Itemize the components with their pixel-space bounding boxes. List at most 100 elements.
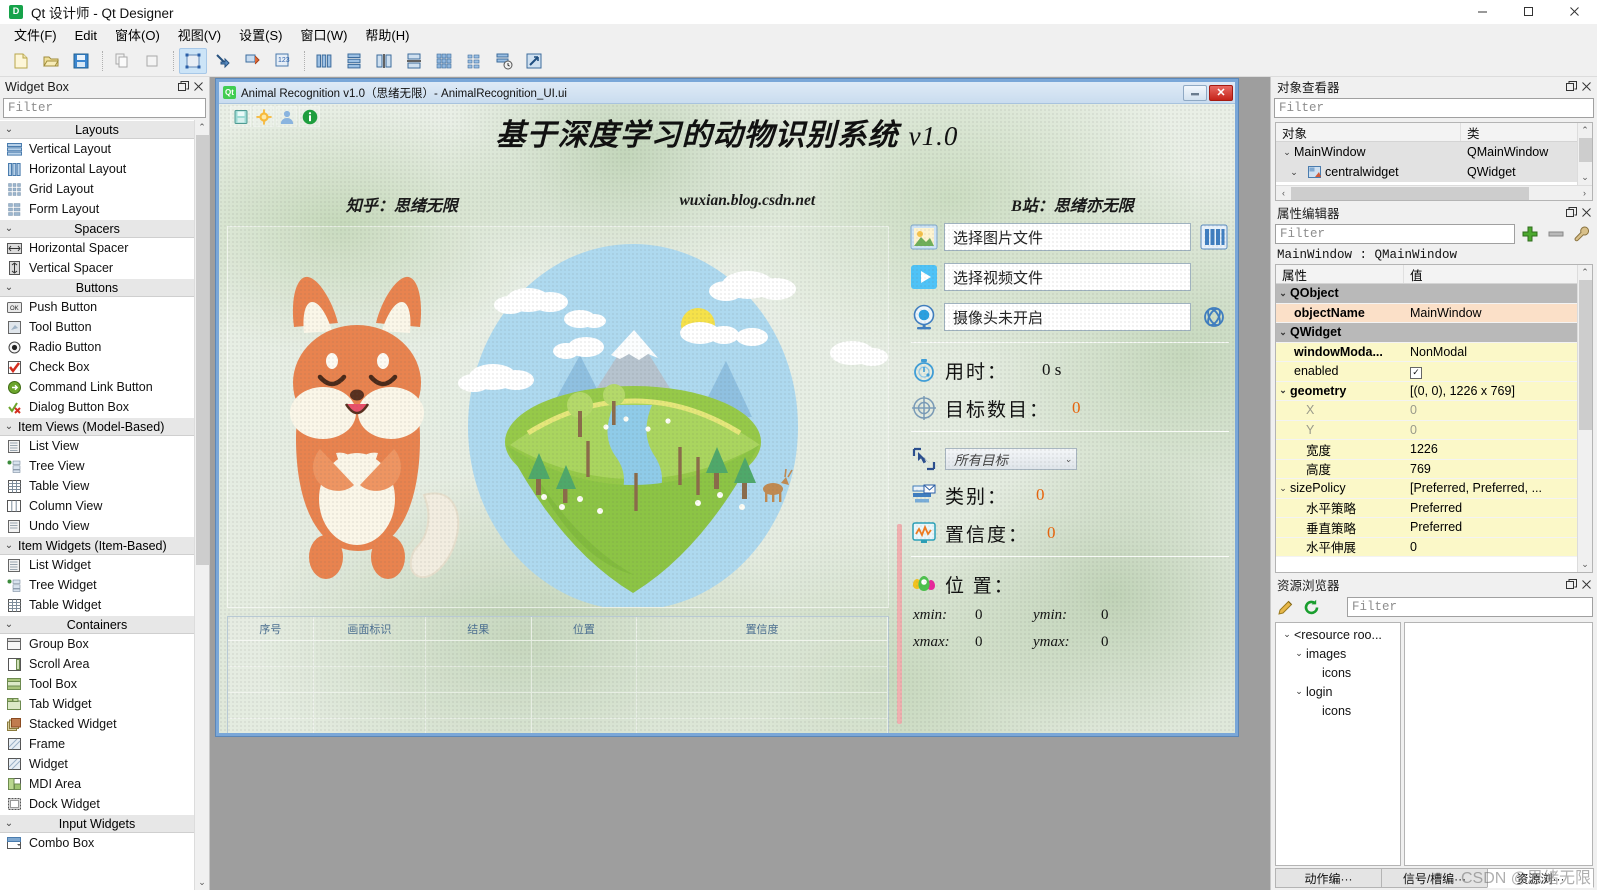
object-row-mainwindow[interactable]: ⌄ MainWindow QMainWindow <box>1276 142 1577 162</box>
widget-item-column-view[interactable]: Column View <box>0 496 194 516</box>
widget-item-mdi-area[interactable]: MDI Area <box>0 774 194 794</box>
resource-node-images-icons[interactable]: icons <box>1276 663 1400 682</box>
widget-item-tree-view[interactable]: Tree View <box>0 456 194 476</box>
user-icon[interactable] <box>276 106 297 127</box>
video-play-icon[interactable] <box>909 262 939 292</box>
widget-item-table-widget[interactable]: Table Widget <box>0 595 194 615</box>
undock-icon[interactable] <box>1564 577 1579 592</box>
widget-item-vertical-layout[interactable]: Vertical Layout <box>0 139 194 159</box>
resource-browser-filter-input[interactable] <box>1352 600 1588 614</box>
widget-item-tab-widget[interactable]: Tab Widget <box>0 694 194 714</box>
close-button[interactable] <box>1551 0 1597 24</box>
widget-group-input-widgets[interactable]: ⌄ Input Widgets <box>0 814 194 833</box>
info-icon[interactable] <box>299 106 320 127</box>
property-row-vpolicy[interactable]: 垂直策略 Preferred <box>1276 518 1577 538</box>
property-row-hpolicy[interactable]: 水平策略 Preferred <box>1276 498 1577 518</box>
widget-item-scroll-area[interactable]: Scroll Area <box>0 654 194 674</box>
property-group-qobject[interactable]: ⌄ QObject <box>1276 284 1577 304</box>
undock-icon[interactable] <box>1564 79 1579 94</box>
resource-browser-filter[interactable] <box>1347 597 1593 617</box>
column-header-property[interactable]: 属性 <box>1276 265 1404 283</box>
results-table[interactable]: 序号 画面标识 结果 位置 置信度 <box>227 616 889 733</box>
layout-splitter-h-icon[interactable] <box>370 48 398 74</box>
scroll-down-arrow-icon[interactable]: ⌄ <box>1578 170 1592 185</box>
close-icon[interactable] <box>1579 205 1594 220</box>
object-row-centralwidget[interactable]: ⌄ centralwidget QWidget <box>1276 162 1577 182</box>
property-editor-table[interactable]: 属性 值 ⌄ QObject objectName MainWindow ⌄ Q… <box>1275 264 1593 573</box>
chevron-down-icon[interactable]: ⌄ <box>1280 147 1294 158</box>
form-close-button[interactable]: ✕ <box>1209 84 1233 101</box>
column-header-object[interactable]: 对象 <box>1276 123 1461 141</box>
property-editor-filter[interactable] <box>1275 224 1515 244</box>
scroll-up-arrow-icon[interactable]: ⌃ <box>1578 123 1592 138</box>
edit-buddies-icon[interactable] <box>239 48 267 74</box>
property-row-geometry[interactable]: ⌄ geometry [(0, 0), 1226 x 769] <box>1276 381 1577 401</box>
property-row-geometry-y[interactable]: Y 0 <box>1276 420 1577 440</box>
property-row-sizepolicy[interactable]: ⌄ sizePolicy [Preferred, Preferred, ... <box>1276 479 1577 499</box>
widget-item-horizontal-layout[interactable]: Horizontal Layout <box>0 159 194 179</box>
property-row-enabled[interactable]: enabled ✓ <box>1276 362 1577 382</box>
property-row-objectname[interactable]: objectName MainWindow <box>1276 303 1577 323</box>
scroll-up-arrow-icon[interactable]: ⌃ <box>194 120 209 135</box>
undock-icon[interactable] <box>1564 205 1579 220</box>
object-inspector-filter[interactable] <box>1274 98 1594 118</box>
property-value[interactable]: 769 <box>1404 462 1577 476</box>
save-icon[interactable] <box>67 48 95 74</box>
scrollbar-thumb[interactable] <box>195 135 209 565</box>
column-header-value[interactable]: 值 <box>1404 265 1577 283</box>
tab-resource-browser[interactable]: 资源浏··· <box>1487 868 1594 888</box>
widget-item-form-layout[interactable]: Form Layout <box>0 199 194 219</box>
wrench-icon[interactable] <box>1571 224 1593 244</box>
property-editor-filter-input[interactable] <box>1280 227 1510 241</box>
property-value[interactable]: [(0, 0), 1226 x 769] <box>1404 384 1577 398</box>
adjust-size-icon[interactable] <box>520 48 548 74</box>
chevron-down-icon[interactable]: ⌄ <box>1276 327 1290 338</box>
target-select-combo[interactable]: 所有目标 ⌄ <box>945 448 1077 470</box>
network-icon[interactable] <box>1197 302 1231 332</box>
settings-icon[interactable] <box>253 106 274 127</box>
column-header-class[interactable]: 类 <box>1461 123 1577 141</box>
scrollbar-track[interactable] <box>194 135 209 875</box>
resource-tree[interactable]: ⌄ <resource roo... ⌄ images icons ⌄ logi… <box>1275 622 1401 866</box>
chevron-down-icon[interactable]: ⌄ <box>1280 629 1294 640</box>
menu-settings[interactable]: 设置(S) <box>230 25 291 46</box>
widget-group-item-widgets[interactable]: ⌄ Item Widgets (Item-Based) <box>0 536 194 555</box>
scroll-up-arrow-icon[interactable]: ⌃ <box>1578 265 1592 280</box>
layout-splitter-v-icon[interactable] <box>400 48 428 74</box>
property-value[interactable]: [Preferred, Preferred, ... <box>1404 481 1577 495</box>
enabled-checkbox[interactable]: ✓ <box>1410 366 1422 379</box>
property-editor-vscrollbar[interactable]: ⌃ ⌄ <box>1577 265 1592 572</box>
widget-item-tree-widget[interactable]: Tree Widget <box>0 575 194 595</box>
table-row[interactable] <box>228 719 888 733</box>
reload-icon[interactable] <box>1301 597 1321 617</box>
image-file-icon[interactable] <box>909 222 939 252</box>
camera-status-input[interactable]: 摄像头未开启 <box>944 303 1191 331</box>
paste-icon[interactable] <box>138 48 166 74</box>
property-value[interactable]: 1226 <box>1404 442 1577 456</box>
chevron-down-icon[interactable]: ⌄ <box>1280 167 1308 178</box>
menu-view[interactable]: 视图(V) <box>169 25 230 46</box>
widget-item-check-box[interactable]: Check Box <box>0 357 194 377</box>
property-row-hstretch[interactable]: 水平伸展 0 <box>1276 537 1577 557</box>
resource-node-login[interactable]: ⌄ login <box>1276 682 1400 701</box>
widget-box-filter[interactable] <box>3 98 206 118</box>
scroll-down-arrow-icon[interactable]: ⌄ <box>1578 557 1592 572</box>
model-columns-icon[interactable] <box>1197 222 1231 252</box>
scroll-left-arrow-icon[interactable]: ‹ <box>1276 188 1291 198</box>
chevron-down-icon[interactable]: ⌄ <box>1276 483 1290 494</box>
widget-item-vertical-spacer[interactable]: Vertical Spacer <box>0 258 194 278</box>
widget-item-tool-box[interactable]: Tool Box <box>0 674 194 694</box>
remove-icon[interactable] <box>1545 224 1567 244</box>
tab-signal-slot-editor[interactable]: 信号/槽编··· <box>1381 868 1488 888</box>
widget-item-push-button[interactable]: OK Push Button <box>0 297 194 317</box>
property-row-geometry-height[interactable]: 高度 769 <box>1276 459 1577 479</box>
vertical-splitter-handle[interactable] <box>897 524 902 724</box>
edit-widgets-icon[interactable] <box>179 48 207 74</box>
menu-file[interactable]: 文件(F) <box>5 25 66 46</box>
widget-item-dialog-button-box[interactable]: Dialog Button Box <box>0 397 194 417</box>
layout-form-icon[interactable] <box>460 48 488 74</box>
chevron-down-icon[interactable]: ⌄ <box>1292 686 1306 697</box>
image-preview-panel[interactable] <box>227 226 889 608</box>
menu-form[interactable]: 窗体(O) <box>106 25 169 46</box>
undock-icon[interactable] <box>176 79 191 94</box>
